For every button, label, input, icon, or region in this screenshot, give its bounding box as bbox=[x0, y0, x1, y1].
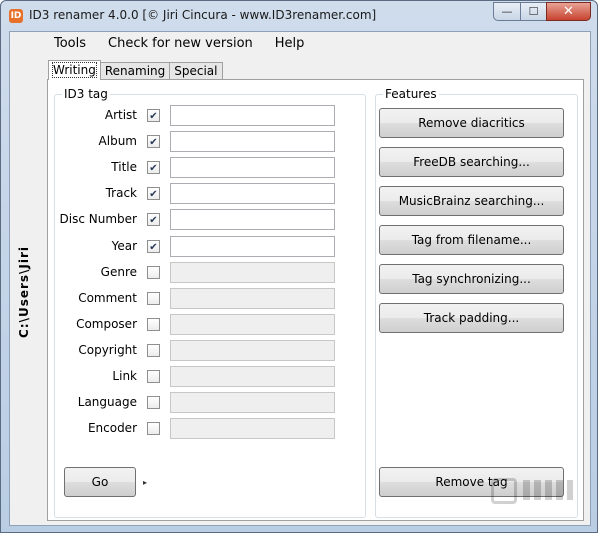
tag-from-filename-button[interactable]: Tag from filename... bbox=[379, 225, 564, 255]
comment-input[interactable] bbox=[170, 287, 335, 309]
field-row-language: Language bbox=[55, 392, 367, 414]
tab-writing[interactable]: Writing bbox=[48, 60, 101, 80]
id3-tag-group: ID3 tag Artist Album Title Track Disc Number… bbox=[54, 87, 367, 518]
track-padding-button[interactable]: Track padding... bbox=[379, 303, 564, 333]
album-input[interactable] bbox=[170, 131, 335, 153]
track-label: Track bbox=[105, 186, 137, 201]
year-input[interactable] bbox=[170, 235, 335, 257]
field-row-year: Year bbox=[55, 235, 367, 258]
composer-input[interactable] bbox=[170, 313, 335, 335]
minimize-button[interactable]: — bbox=[493, 2, 520, 21]
disc-number-checkbox[interactable] bbox=[147, 213, 160, 227]
artist-label: Artist bbox=[104, 108, 137, 122]
field-row-track: Track bbox=[55, 183, 367, 205]
tab-special[interactable]: Special bbox=[169, 62, 223, 80]
comment-label: Comment bbox=[78, 290, 137, 305]
field-row-link: Link bbox=[55, 366, 367, 388]
year-label: Year bbox=[111, 238, 137, 253]
disc-number-label: Disc Number bbox=[59, 212, 137, 227]
disc-number-input[interactable] bbox=[170, 209, 335, 231]
app-window: ID ID3 renamer 4.0.0 [© Jiri Cincura - w… bbox=[0, 0, 598, 533]
tab-writing-label: Writing bbox=[52, 62, 97, 78]
musicbrainz-searching-button[interactable]: MusicBrainz searching... bbox=[379, 186, 564, 216]
app-icon: ID bbox=[9, 9, 23, 23]
album-checkbox[interactable] bbox=[147, 135, 160, 149]
genre-checkbox[interactable] bbox=[147, 265, 160, 279]
id3-tag-legend: ID3 tag bbox=[62, 87, 110, 101]
features-group: Features Remove diacritics FreeDB search… bbox=[375, 87, 578, 518]
field-row-copyright: Copyright bbox=[55, 339, 367, 362]
field-row-composer: Composer bbox=[55, 313, 367, 336]
tab-renaming[interactable]: Renaming bbox=[99, 62, 171, 80]
encoder-label: Encoder bbox=[87, 421, 137, 436]
year-checkbox[interactable] bbox=[147, 239, 160, 253]
title-label: Title bbox=[111, 160, 137, 175]
current-path-label: C:\Users\Jiri bbox=[10, 62, 38, 522]
composer-checkbox[interactable] bbox=[147, 317, 160, 331]
tab-strip: Writing Renaming Special bbox=[48, 60, 223, 80]
remove-diacritics-button[interactable]: Remove diacritics bbox=[379, 108, 564, 138]
link-label: Link bbox=[112, 369, 137, 383]
link-input[interactable] bbox=[170, 366, 335, 387]
watermark-box bbox=[491, 478, 517, 504]
features-legend: Features bbox=[383, 87, 439, 101]
menu-check-updates[interactable]: Check for new version bbox=[100, 34, 261, 54]
field-row-disc-number: Disc Number bbox=[55, 209, 367, 231]
menu-bar: Tools Check for new version Help bbox=[46, 34, 312, 54]
language-input[interactable] bbox=[170, 392, 335, 414]
go-button[interactable]: Go bbox=[64, 467, 136, 497]
copyright-input[interactable] bbox=[170, 339, 335, 361]
menu-help[interactable]: Help bbox=[267, 34, 313, 54]
writing-tab-page: ID3 tag Artist Album Title Track Disc Number… bbox=[47, 79, 584, 521]
field-row-title: Title bbox=[55, 157, 367, 179]
field-row-genre: Genre bbox=[55, 261, 367, 284]
track-checkbox[interactable] bbox=[147, 187, 160, 201]
artist-checkbox[interactable] bbox=[147, 109, 160, 122]
field-row-comment: Comment bbox=[55, 287, 367, 310]
watermark-bars bbox=[523, 480, 573, 500]
encoder-checkbox[interactable] bbox=[147, 422, 160, 436]
tag-synchronizing-button[interactable]: Tag synchronizing... bbox=[379, 264, 564, 294]
artist-input[interactable] bbox=[170, 105, 335, 126]
genre-input[interactable] bbox=[170, 261, 335, 283]
menu-tools[interactable]: Tools bbox=[46, 34, 94, 54]
copyright-label: Copyright bbox=[78, 342, 137, 357]
freedb-searching-button[interactable]: FreeDB searching... bbox=[379, 147, 564, 177]
watermark-logo-icon bbox=[491, 478, 577, 512]
comment-checkbox[interactable] bbox=[147, 291, 160, 305]
title-input[interactable] bbox=[170, 157, 335, 179]
go-dropdown-arrow-icon[interactable]: ▸ bbox=[137, 467, 153, 497]
album-label: Album bbox=[98, 134, 137, 149]
genre-label: Genre bbox=[100, 264, 137, 279]
window-title: ID3 renamer 4.0.0 [© Jiri Cincura - www.… bbox=[29, 8, 377, 22]
title-bar[interactable]: ID ID3 renamer 4.0.0 [© Jiri Cincura - w… bbox=[1, 1, 597, 31]
composer-label: Composer bbox=[76, 316, 137, 331]
track-input[interactable] bbox=[170, 183, 335, 205]
close-button[interactable]: ✕ bbox=[546, 2, 591, 21]
window-controls: — ☐ ✕ bbox=[493, 2, 591, 22]
client-area: C:\Users\Jiri Tools Check for new versio… bbox=[9, 31, 591, 526]
current-path-text: C:\Users\Jiri bbox=[17, 245, 31, 339]
maximize-button[interactable]: ☐ bbox=[520, 2, 546, 21]
title-checkbox[interactable] bbox=[147, 161, 160, 175]
language-checkbox[interactable] bbox=[147, 396, 160, 410]
link-checkbox[interactable] bbox=[147, 370, 160, 383]
field-row-album: Album bbox=[55, 131, 367, 153]
field-row-encoder: Encoder bbox=[55, 418, 367, 440]
language-label: Language bbox=[77, 395, 137, 410]
copyright-checkbox[interactable] bbox=[147, 343, 160, 357]
field-row-artist: Artist bbox=[55, 105, 367, 127]
encoder-input[interactable] bbox=[170, 418, 335, 440]
